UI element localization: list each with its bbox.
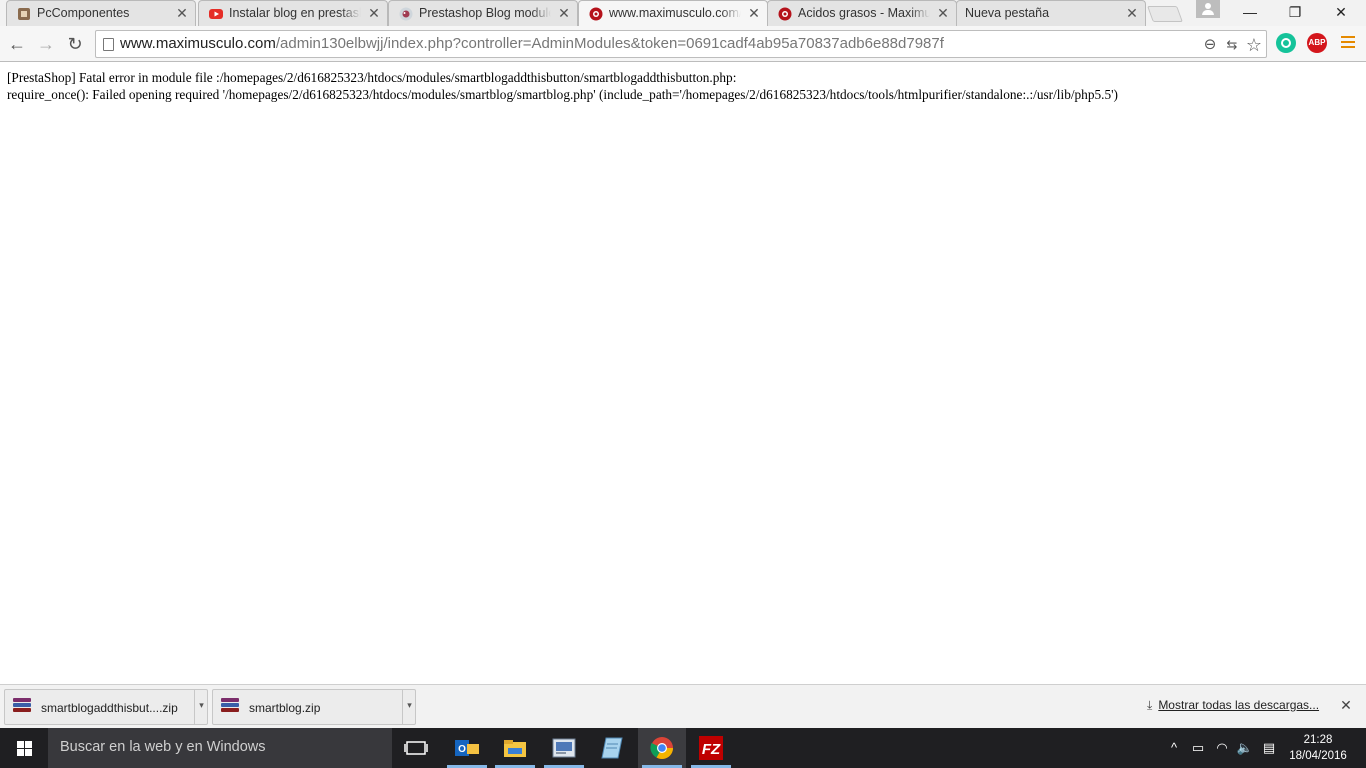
- chrome-menu-icon[interactable]: [1341, 36, 1355, 50]
- new-tab-button[interactable]: [1147, 6, 1183, 22]
- download-options-chevron-icon[interactable]: ▾: [402, 690, 416, 724]
- notifications-icon[interactable]: ▤: [1259, 738, 1279, 758]
- tab-acidos-grasos[interactable]: Acidos grasos - Maximusculo ✕: [767, 0, 957, 26]
- tab-title: Instalar blog en prestashop: [229, 6, 361, 20]
- taskbar-search-box[interactable]: Buscar en la web y en Windows: [48, 728, 392, 768]
- profile-avatar-icon[interactable]: [1196, 0, 1220, 18]
- clock-date: 18/04/2016: [1289, 750, 1347, 762]
- search-placeholder: Buscar en la web y en Windows: [60, 739, 266, 755]
- page-icon: [103, 38, 114, 51]
- browser-window: PcComponentes ✕ Instalar blog en prestas…: [0, 0, 1366, 768]
- tab-maximusculo-admin[interactable]: www.maximusculo.com/admin ✕: [578, 0, 768, 26]
- browser-toolbar: ← → ↻ www.maximusculo.com/admin130elbwjj…: [0, 26, 1366, 62]
- tray-overflow-chevron-icon[interactable]: ^: [1164, 738, 1184, 758]
- download-item[interactable]: smartblog.zip ▾: [212, 689, 416, 725]
- winrar-archive-icon: [13, 698, 31, 716]
- download-shelf: smartblogaddthisbut....zip ▾ smartblog.z…: [0, 684, 1366, 728]
- close-window-button[interactable]: ✕: [1318, 0, 1364, 24]
- notepad-app-icon[interactable]: [598, 734, 626, 762]
- tab-prestashop-blog[interactable]: Prestashop Blog module ✕: [388, 0, 578, 26]
- taskbar-clock[interactable]: 21:28 18/04/2016: [1288, 732, 1348, 764]
- tab-close-icon[interactable]: ✕: [747, 5, 761, 21]
- show-all-label: Mostrar todas las descargas...: [1158, 698, 1320, 712]
- error-line-2: require_once(): Failed opening required …: [7, 87, 1118, 102]
- error-line-1: [PrestaShop] Fatal error in module file …: [7, 70, 737, 85]
- winrar-archive-icon: [221, 698, 239, 716]
- pccomponentes-favicon: [18, 8, 30, 20]
- tab-title: Prestashop Blog module: [419, 6, 551, 20]
- page-content: [PrestaShop] Fatal error in module file …: [0, 63, 1366, 684]
- bookmark-star-icon[interactable]: ☆: [1244, 35, 1264, 55]
- adblock-plus-extension-icon[interactable]: ABP: [1307, 33, 1327, 53]
- tab-instalar-blog[interactable]: Instalar blog en prestashop ✕: [198, 0, 388, 26]
- reload-button[interactable]: ↻: [64, 33, 86, 55]
- tab-close-icon[interactable]: ✕: [557, 5, 571, 21]
- back-button[interactable]: ←: [6, 33, 28, 55]
- url-path: /admin130elbwjj/index.php?controller=Adm…: [275, 35, 944, 52]
- tab-strip: PcComponentes ✕ Instalar blog en prestas…: [0, 0, 1366, 26]
- clock-time: 21:28: [1303, 734, 1333, 746]
- svg-text:FZ: FZ: [702, 741, 721, 758]
- tab-title: www.maximusculo.com/admin: [609, 6, 741, 20]
- youtube-favicon: [209, 9, 223, 19]
- url-host: www.maximusculo.com: [120, 35, 276, 52]
- tab-close-icon[interactable]: ✕: [367, 5, 381, 21]
- download-arrow-icon: ⤓: [1147, 698, 1153, 712]
- fatal-error-message: [PrestaShop] Fatal error in module file …: [7, 69, 1118, 103]
- download-filename: smartblog.zip: [249, 701, 321, 715]
- battery-icon[interactable]: ▭: [1188, 738, 1208, 758]
- download-item[interactable]: smartblogaddthisbut....zip ▾: [4, 689, 208, 725]
- filezilla-icon[interactable]: FZ: [697, 734, 725, 762]
- tab-pccomponentes[interactable]: PcComponentes ✕: [6, 0, 196, 26]
- address-bar[interactable]: www.maximusculo.com/admin130elbwjj/index…: [95, 30, 1267, 58]
- tab-title: Acidos grasos - Maximusculo: [798, 6, 930, 20]
- volume-icon[interactable]: 🔈: [1235, 738, 1255, 758]
- tab-title: PcComponentes: [37, 6, 169, 20]
- tab-close-icon[interactable]: ✕: [1125, 5, 1139, 21]
- forward-button[interactable]: →: [35, 33, 57, 55]
- prestashop-favicon: [399, 7, 413, 21]
- wifi-icon[interactable]: ◠: [1212, 738, 1232, 758]
- maximusculo-favicon: [778, 7, 792, 21]
- show-all-downloads-link[interactable]: ⤓ Mostrar todas las descargas...: [1147, 698, 1319, 713]
- maximusculo-favicon: [589, 7, 603, 21]
- svg-text:O: O: [458, 744, 466, 755]
- outlook-icon[interactable]: O: [453, 734, 481, 762]
- close-download-shelf-icon[interactable]: ✕: [1338, 697, 1354, 713]
- file-explorer-icon[interactable]: [501, 734, 529, 762]
- restore-button[interactable]: ❐: [1272, 0, 1318, 24]
- tab-close-icon[interactable]: ✕: [936, 5, 950, 21]
- zoom-icon[interactable]: ⊖: [1200, 35, 1220, 55]
- tab-close-icon[interactable]: ✕: [175, 5, 189, 21]
- url-text[interactable]: www.maximusculo.com/admin130elbwjj/index…: [120, 35, 944, 52]
- tab-title: Nueva pestaña: [965, 6, 1119, 20]
- tab-nueva-pestana[interactable]: Nueva pestaña ✕: [956, 0, 1146, 26]
- windows-taskbar: Buscar en la web y en Windows O FZ ^ ▭ ◠…: [0, 728, 1366, 768]
- download-filename: smartblogaddthisbut....zip: [41, 701, 178, 715]
- chrome-icon[interactable]: [648, 734, 676, 762]
- task-view-icon[interactable]: [402, 734, 430, 762]
- minimize-button[interactable]: —: [1227, 0, 1273, 24]
- photo-app-icon[interactable]: [550, 734, 578, 762]
- download-options-chevron-icon[interactable]: ▾: [194, 690, 208, 724]
- translate-icon[interactable]: ⇆: [1222, 35, 1242, 55]
- grammarly-extension-icon[interactable]: [1276, 33, 1296, 53]
- start-button[interactable]: [0, 728, 48, 768]
